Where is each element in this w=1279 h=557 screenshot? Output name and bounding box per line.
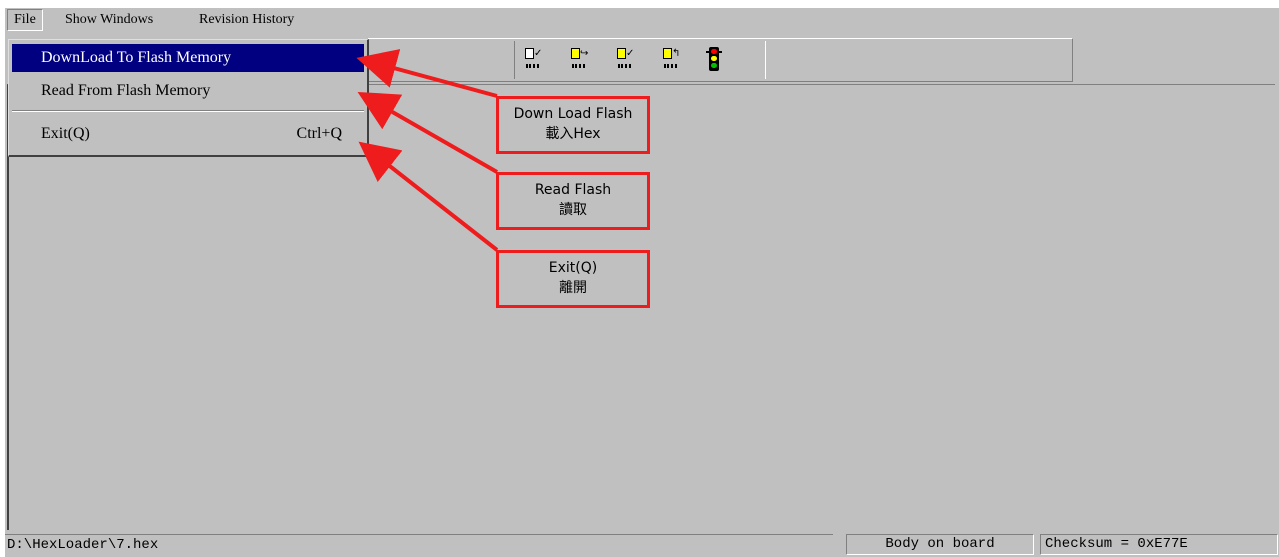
menu-item-exit[interactable]: Exit(Q) Ctrl+Q [12,120,364,148]
menu-item-shortcut: Ctrl+Q [296,125,342,142]
toolbar: ✓ ↪ ✓ ↰ [368,38,1073,82]
menu-file[interactable]: File [7,9,43,31]
callout-title: Down Load Flash [513,106,633,122]
status-file-path: D:\HexLoader\7.hex [5,534,833,555]
callout-subtitle: 離開 [559,280,587,296]
menu-separator [12,110,364,112]
load-file-button[interactable]: ↪ [567,47,589,73]
verify-flash-button[interactable]: ✓ [613,47,635,73]
menu-bar: File Show Windows Revision History [5,8,1279,32]
callout-download-flash: Down Load Flash 載入Hex [496,96,650,154]
status-bar: D:\HexLoader\7.hex Body on board Checksu… [5,530,1279,557]
menu-item-label: Read From Flash Memory [41,82,211,99]
toolbar-button-group: ✓ ↪ ✓ ↰ [514,41,766,79]
status-checksum: Checksum = 0xE77E [1040,534,1278,555]
callout-title: Read Flash [534,182,612,198]
menu-item-label: DownLoad To Flash Memory [41,49,232,66]
menu-show-windows[interactable]: Show Windows [59,9,159,31]
menu-item-label: Exit(Q) [41,125,90,142]
callout-subtitle: 載入Hex [545,126,601,142]
download-flash-button[interactable]: ✓ [521,47,543,73]
callout-exit: Exit(Q) 離開 [496,250,650,308]
menu-item-read-flash[interactable]: Read From Flash Memory [12,77,364,105]
callout-title: Exit(Q) [548,260,598,276]
traffic-light-icon [705,47,722,71]
menu-item-download-flash[interactable]: DownLoad To Flash Memory [12,44,364,72]
callout-read-flash: Read Flash 讀取 [496,172,650,230]
file-dropdown-menu: DownLoad To Flash Memory Read From Flash… [8,39,369,157]
status-board: Body on board [846,534,1034,555]
traffic-light-button[interactable] [703,47,725,73]
read-flash-button[interactable]: ↰ [659,47,681,73]
menu-revision-history[interactable]: Revision History [193,9,300,31]
callout-subtitle: 讀取 [559,202,587,218]
